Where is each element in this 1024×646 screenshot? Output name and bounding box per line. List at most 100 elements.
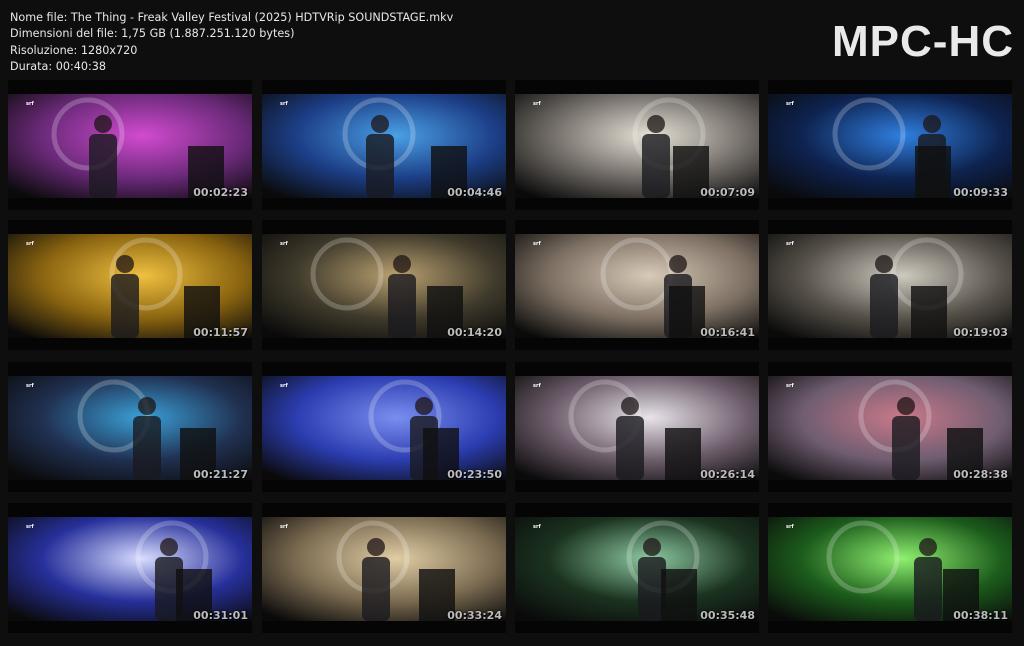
timestamp: 00:09:33: [953, 186, 1008, 199]
thumbnail[interactable]: srf 00:02:23: [8, 80, 252, 210]
amp-stack: [915, 146, 951, 198]
broadcaster-logo: srf: [786, 101, 794, 107]
broadcaster-logo: srf: [280, 101, 288, 107]
video-frame: srf: [768, 94, 1012, 198]
frame-image: [8, 517, 252, 621]
frame-image: [515, 517, 759, 621]
thumbnail[interactable]: srf 00:19:03: [768, 220, 1012, 350]
frame-background: [515, 234, 759, 338]
timestamp: 00:26:14: [700, 468, 755, 481]
frame-image: [262, 234, 506, 338]
frame-image: [8, 234, 252, 338]
video-frame: srf: [262, 517, 506, 621]
thumbnail[interactable]: srf 00:11:57: [8, 220, 252, 350]
performer-head: [393, 255, 411, 273]
thumbnail-grid: srf 00:02:23 srf 00:04:46 srf 00:07:09 srf 00:0…: [0, 0, 1024, 646]
video-frame: srf: [515, 517, 759, 621]
frame-image: [262, 376, 506, 480]
broadcaster-logo: srf: [26, 101, 34, 107]
performer-body: [642, 134, 670, 198]
performer-head: [669, 255, 687, 273]
broadcaster-logo: srf: [280, 241, 288, 247]
broadcaster-logo: srf: [26, 383, 34, 389]
frame-image: [515, 234, 759, 338]
video-frame: srf: [768, 234, 1012, 338]
frame-image: [8, 376, 252, 480]
broadcaster-logo: srf: [533, 101, 541, 107]
performer-head: [415, 397, 433, 415]
broadcaster-logo: srf: [786, 383, 794, 389]
video-frame: srf: [262, 94, 506, 198]
performer-head: [138, 397, 156, 415]
performer-body: [133, 416, 161, 480]
performer-head: [919, 538, 937, 556]
performer-head: [923, 115, 941, 133]
thumbnail[interactable]: srf 00:21:27: [8, 362, 252, 492]
thumbnail[interactable]: srf 00:16:41: [515, 220, 759, 350]
amp-stack: [911, 286, 947, 338]
timestamp: 00:28:38: [953, 468, 1008, 481]
performer-body: [870, 274, 898, 338]
video-frame: srf: [768, 376, 1012, 480]
timestamp: 00:31:01: [193, 609, 248, 622]
thumbnail[interactable]: srf 00:28:38: [768, 362, 1012, 492]
timestamp: 00:21:27: [193, 468, 248, 481]
video-frame: srf: [262, 376, 506, 480]
thumbnail[interactable]: srf 00:33:24: [262, 503, 506, 633]
thumbnail[interactable]: srf 00:38:11: [768, 503, 1012, 633]
performer-head: [647, 115, 665, 133]
performer-body: [362, 557, 390, 621]
frame-image: [768, 517, 1012, 621]
timestamp: 00:33:24: [447, 609, 502, 622]
frame-background: [8, 517, 252, 621]
broadcaster-logo: srf: [533, 524, 541, 530]
performer-head: [875, 255, 893, 273]
thumbnail[interactable]: srf 00:31:01: [8, 503, 252, 633]
performer-head: [94, 115, 112, 133]
timestamp: 00:04:46: [447, 186, 502, 199]
performer-head: [160, 538, 178, 556]
thumbnail[interactable]: srf 00:26:14: [515, 362, 759, 492]
performer-body: [388, 274, 416, 338]
broadcaster-logo: srf: [786, 524, 794, 530]
performer-body: [366, 134, 394, 198]
performer-head: [371, 115, 389, 133]
frame-image: [768, 376, 1012, 480]
timestamp: 00:16:41: [700, 326, 755, 339]
frame-image: [8, 94, 252, 198]
broadcaster-logo: srf: [26, 241, 34, 247]
performer-head: [897, 397, 915, 415]
video-frame: srf: [768, 517, 1012, 621]
thumbnail[interactable]: srf 00:14:20: [262, 220, 506, 350]
broadcaster-logo: srf: [533, 383, 541, 389]
frame-image: [768, 94, 1012, 198]
performer-head: [621, 397, 639, 415]
timestamp: 00:07:09: [700, 186, 755, 199]
thumbnail[interactable]: srf 00:04:46: [262, 80, 506, 210]
frame-image: [515, 376, 759, 480]
video-frame: srf: [262, 234, 506, 338]
frame-image: [262, 517, 506, 621]
thumbnail[interactable]: srf 00:35:48: [515, 503, 759, 633]
timestamp: 00:35:48: [700, 609, 755, 622]
thumbnail[interactable]: srf 00:23:50: [262, 362, 506, 492]
video-frame: srf: [515, 234, 759, 338]
performer-body: [914, 557, 942, 621]
video-frame: srf: [515, 376, 759, 480]
video-frame: srf: [515, 94, 759, 198]
video-frame: srf: [8, 94, 252, 198]
thumbnail[interactable]: srf 00:07:09: [515, 80, 759, 210]
broadcaster-logo: srf: [26, 524, 34, 530]
performer-head: [367, 538, 385, 556]
timestamp: 00:23:50: [447, 468, 502, 481]
frame-background: [262, 234, 506, 338]
timestamp: 00:38:11: [953, 609, 1008, 622]
broadcaster-logo: srf: [786, 241, 794, 247]
performer-head: [116, 255, 134, 273]
video-frame: srf: [8, 517, 252, 621]
thumbnail[interactable]: srf 00:09:33: [768, 80, 1012, 210]
broadcaster-logo: srf: [533, 241, 541, 247]
broadcaster-logo: srf: [280, 524, 288, 530]
timestamp: 00:19:03: [953, 326, 1008, 339]
timestamp: 00:14:20: [447, 326, 502, 339]
